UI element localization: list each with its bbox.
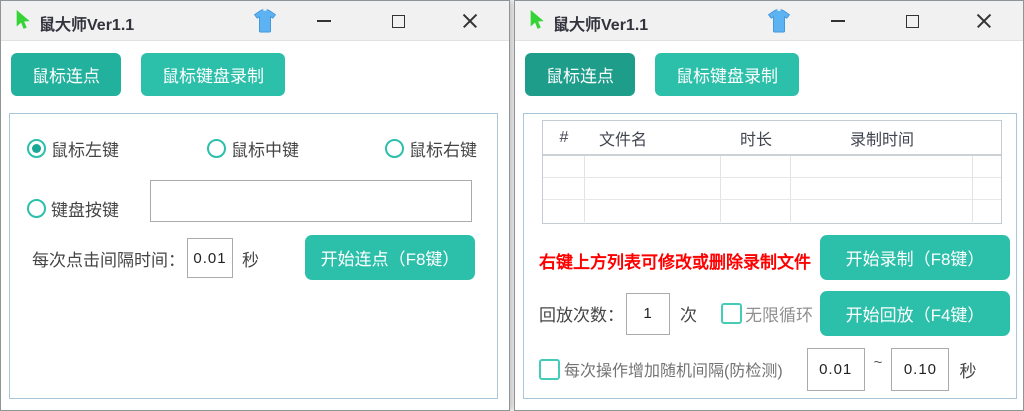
minimize-button[interactable]	[813, 1, 863, 41]
keyboard-key-input[interactable]	[150, 180, 472, 222]
radio-mouse-right[interactable]: 鼠标右键	[385, 136, 477, 161]
cell-index	[543, 200, 585, 222]
close-icon	[976, 13, 992, 29]
tab-mouse-clicker[interactable]: 鼠标连点	[525, 53, 635, 96]
maximize-icon	[906, 15, 919, 28]
cell-filename	[585, 200, 721, 222]
desktop: 鼠大师Ver1.1 鼠标连点 鼠标键盘录制 鼠标左键 鼠标中键	[0, 0, 1024, 411]
radio-mouse-middle[interactable]: 鼠标中键	[207, 136, 299, 161]
cell-spacer	[973, 178, 1001, 199]
header-filename: 文件名	[585, 126, 721, 150]
titlebar[interactable]: 鼠大师Ver1.1	[515, 1, 1023, 41]
header-index: #	[543, 129, 585, 147]
table-row[interactable]	[543, 200, 1001, 222]
titlebar[interactable]: 鼠大师Ver1.1	[1, 1, 509, 41]
infinite-loop-checkbox[interactable]	[721, 303, 742, 324]
random-interval-row: 每次操作增加随机间隔(防检测) ~ 秒	[539, 346, 976, 392]
blue-shirt-icon[interactable]	[251, 7, 279, 35]
radio-label: 鼠标左键	[51, 136, 119, 161]
interval-input[interactable]	[187, 238, 233, 278]
maximize-button[interactable]	[887, 1, 937, 41]
playback-row: 回放次数： 次 无限循环	[539, 291, 813, 336]
cell-filename	[585, 156, 721, 177]
recordings-table[interactable]: # 文件名 时长 录制时间	[542, 120, 1002, 224]
maximize-button[interactable]	[373, 1, 423, 41]
close-icon	[462, 13, 478, 29]
clicker-window: 鼠大师Ver1.1 鼠标连点 鼠标键盘录制 鼠标左键 鼠标中键	[0, 0, 510, 411]
tab-mouse-keyboard-recorder[interactable]: 鼠标键盘录制	[655, 53, 799, 96]
green-cursor-icon	[13, 9, 35, 33]
radio-icon	[207, 139, 226, 158]
right-click-hint: 右键上方列表可修改或删除录制文件	[539, 248, 811, 273]
tab-mouse-clicker[interactable]: 鼠标连点	[11, 53, 121, 96]
clicker-panel: 鼠标左键 鼠标中键 鼠标右键 键盘按键 每次点击间隔时间： 秒 开始连点（F8键…	[9, 113, 498, 399]
playback-count-label: 回放次数：	[539, 301, 624, 326]
interval-row: 每次点击间隔时间： 秒	[32, 236, 259, 280]
cell-spacer	[973, 156, 1001, 177]
minimize-button[interactable]	[299, 1, 349, 41]
header-record-time: 录制时间	[791, 126, 973, 150]
playback-count-unit: 次	[680, 301, 697, 326]
radio-mouse-left[interactable]: 鼠标左键	[27, 136, 119, 161]
radio-label: 鼠标中键	[231, 136, 299, 161]
cell-record-time	[791, 200, 973, 222]
radio-selected-icon	[27, 139, 46, 158]
cell-index	[543, 178, 585, 199]
cell-filename	[585, 178, 721, 199]
infinite-loop-label: 无限循环	[745, 301, 813, 326]
radio-icon	[27, 199, 46, 218]
radio-label: 键盘按键	[51, 196, 119, 221]
minimize-icon	[831, 20, 845, 22]
table-row[interactable]	[543, 178, 1001, 200]
table-header-row: # 文件名 时长 录制时间	[543, 121, 1001, 156]
blue-shirt-icon[interactable]	[765, 7, 793, 35]
window-title: 鼠大师Ver1.1	[553, 11, 648, 35]
cell-index	[543, 156, 585, 177]
recorder-panel: # 文件名 时长 录制时间	[523, 113, 1017, 399]
random-min-input[interactable]	[807, 348, 865, 391]
cell-duration	[721, 178, 791, 199]
cell-record-time	[791, 178, 973, 199]
random-max-input[interactable]	[891, 348, 949, 391]
range-tilde: ~	[874, 354, 883, 371]
window-title: 鼠大师Ver1.1	[39, 11, 134, 35]
recorder-window: 鼠大师Ver1.1 鼠标连点 鼠标键盘录制 # 文件名 时长 录制时间	[514, 0, 1024, 411]
random-interval-label: 每次操作增加随机间隔(防检测)	[564, 357, 783, 381]
radio-icon	[385, 139, 404, 158]
cell-duration	[721, 200, 791, 222]
random-interval-unit: 秒	[959, 357, 976, 382]
radio-keyboard-key[interactable]: 键盘按键	[27, 196, 119, 221]
cell-duration	[721, 156, 791, 177]
green-cursor-icon	[527, 9, 549, 33]
tab-mouse-keyboard-recorder[interactable]: 鼠标键盘录制	[141, 53, 285, 96]
start-playback-button[interactable]: 开始回放（F4键）	[820, 291, 1010, 336]
cell-record-time	[791, 156, 973, 177]
table-row[interactable]	[543, 156, 1001, 178]
interval-label: 每次点击间隔时间：	[32, 246, 185, 271]
close-button[interactable]	[445, 1, 495, 41]
start-record-button[interactable]: 开始录制（F8键）	[820, 235, 1010, 280]
close-button[interactable]	[959, 1, 1009, 41]
header-duration: 时长	[721, 126, 791, 150]
cell-spacer	[973, 200, 1001, 222]
radio-label: 鼠标右键	[409, 136, 477, 161]
interval-unit: 秒	[242, 246, 259, 271]
playback-count-input[interactable]	[626, 293, 670, 335]
start-clicking-button[interactable]: 开始连点（F8键）	[305, 235, 475, 280]
maximize-icon	[392, 15, 405, 28]
random-interval-checkbox[interactable]	[539, 359, 560, 380]
minimize-icon	[317, 20, 331, 22]
